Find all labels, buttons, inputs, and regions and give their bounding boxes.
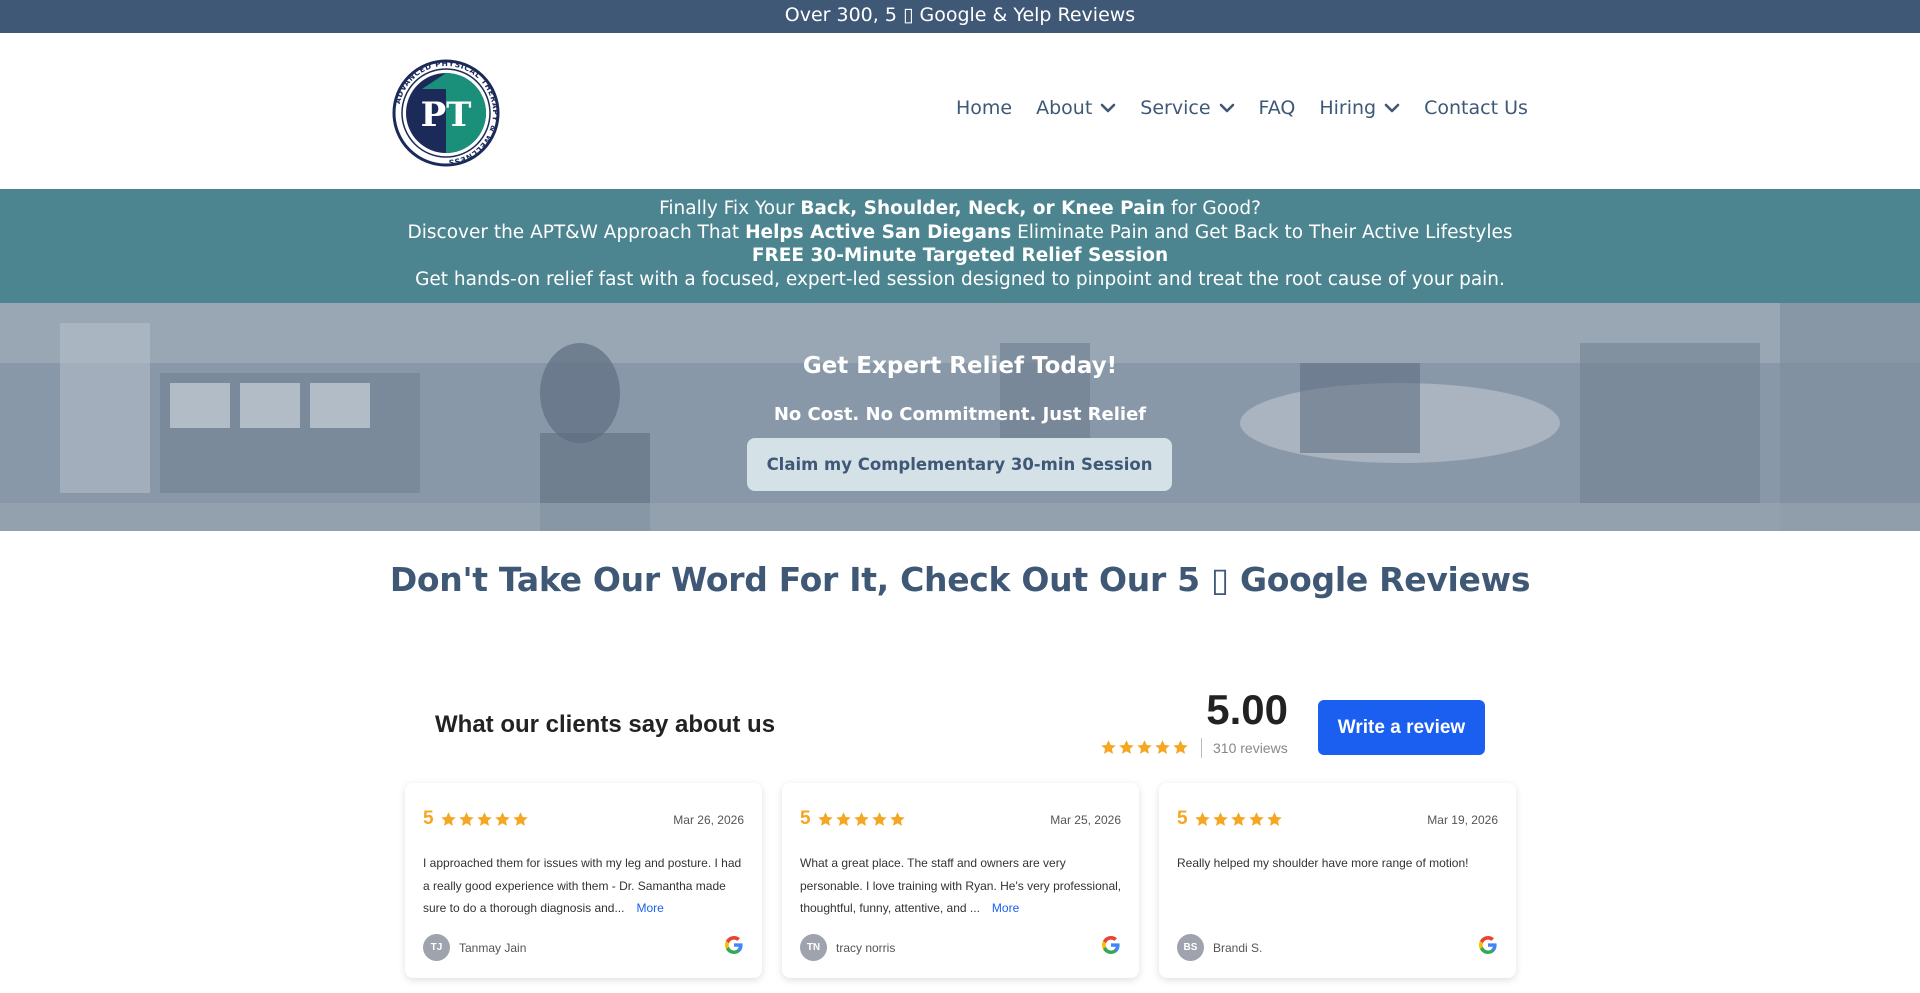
star-icon [477,812,492,826]
star-icon [872,812,887,826]
avatar: TJ [423,934,450,961]
logo-letters: PT [421,95,472,135]
star-icon [854,812,869,826]
star-icon [441,812,456,826]
average-rating: 5.00 [1206,686,1288,733]
google-icon[interactable] [1478,935,1498,955]
logo-emblem: ADVANCED PHYSICAL THERAPY & WELLNESS PT [392,59,500,167]
promo-line-1-bold: Back, Shoulder, Neck, or Knee Pain [800,198,1166,219]
chevron-down-icon [1219,103,1234,113]
nav-about-label: About [1036,97,1093,119]
carousel-edge-fade [386,783,405,993]
review-card: 5 Mar 25, 2026 What a great place. The s… [782,783,1139,978]
star-icon [1267,812,1282,826]
review-author: Brandi S. [1213,941,1263,955]
review-score: 5 [800,808,811,829]
review-stars [440,811,530,828]
nav-hiring-label: Hiring [1319,97,1377,119]
promo-line-4: Get hands-on relief fast with a focused,… [415,268,1505,290]
review-stars [1194,811,1284,828]
star-icon [1119,740,1134,754]
star-icon [890,812,905,826]
hero-subtitle: No Cost. No Commitment. Just Relief [773,404,1147,425]
nav-about[interactable]: About [1036,97,1116,119]
review-body: Really helped my shoulder have more rang… [1177,856,1469,870]
widget-title: What our clients say about us [435,711,776,738]
avatar: TN [800,934,827,961]
chevron-down-icon [1100,103,1116,113]
star-icon [1231,812,1246,826]
star-icon [459,812,474,826]
promo-line-2-post: Eliminate Pain and Get Back to Their Act… [1011,221,1513,243]
hero-title: Get Expert Relief Today! [802,353,1118,379]
review-body: I approached them for issues with my leg… [423,856,742,915]
promo-line-2: Discover the APT&W Approach That Helps A… [0,221,1920,245]
review-carousel: 5 Mar 26, 2026 I approached them for iss… [405,783,1516,993]
review-body: What a great place. The staff and owners… [800,856,1122,915]
review-date: Mar 25, 2026 [1050,813,1121,827]
review-more-link[interactable]: More [636,901,663,915]
nav-faq-label: FAQ [1258,97,1296,119]
nav-service[interactable]: Service [1140,97,1234,119]
star-icon [836,812,851,826]
review-stars [817,811,907,828]
promo-banner: Finally Fix Your Back, Shoulder, Neck, o… [0,189,1920,303]
review-card: 5 Mar 19, 2026 Really helped my shoulder… [1159,783,1516,978]
star-icon [818,812,833,826]
review-more-link[interactable]: More [992,901,1019,915]
star-icon [1155,740,1170,754]
review-text: I approached them for issues with my leg… [423,852,745,920]
promo-line-2-pre: Discover the APT&W Approach That [407,221,746,243]
review-score: 5 [1177,808,1188,829]
promo-line-1-post: for Good? [1165,198,1261,219]
promo-line-3: FREE 30-Minute Targeted Relief Session [0,244,1920,268]
promo-line-2-bold: Helps Active San Diegans [745,221,1012,243]
promo-line-1: Finally Fix Your Back, Shoulder, Neck, o… [0,197,1920,221]
announcement-bar: Over 300, 5 ▯ Google & Yelp Reviews [0,0,1920,33]
claim-session-button[interactable]: Claim my Complementary 30-min Session [747,438,1172,491]
nav-service-label: Service [1140,97,1211,119]
announcement-text: Over 300, 5 ▯ Google & Yelp Reviews [784,4,1136,26]
nav-home-label: Home [956,97,1013,119]
avatar: BS [1177,934,1204,961]
site-logo[interactable]: ADVANCED PHYSICAL THERAPY & WELLNESS PT [392,59,500,167]
review-author: tracy norris [836,941,896,955]
review-score: 5 [423,808,434,829]
chevron-down-icon [1384,103,1400,113]
review-author: Tanmay Jain [459,941,527,955]
write-review-button[interactable]: Write a review [1318,700,1485,755]
promo-offer: FREE 30-Minute Targeted Relief Session [751,245,1169,266]
nav-hiring[interactable]: Hiring [1319,97,1400,119]
site-header: ADVANCED PHYSICAL THERAPY & WELLNESS PT … [0,33,1920,189]
carousel-edge-fade [1515,783,1534,993]
review-card: 5 Mar 26, 2026 I approached them for iss… [405,783,762,978]
nav-home[interactable]: Home [956,97,1012,119]
review-date: Mar 26, 2026 [673,813,744,827]
star-icon [1195,812,1210,826]
review-text: Really helped my shoulder have more rang… [1177,852,1499,875]
star-icon [513,812,528,826]
review-date: Mar 19, 2026 [1427,813,1498,827]
google-icon[interactable] [724,935,744,955]
average-rating-stars [1100,739,1190,756]
hero-section: Get Expert Relief Today! No Cost. No Com… [0,303,1920,531]
star-icon [1249,812,1264,826]
google-icon[interactable] [1101,935,1121,955]
star-icon [1173,740,1188,754]
nav-faq[interactable]: FAQ [1259,97,1296,119]
star-icon [1101,740,1116,754]
review-count: 310 reviews [1213,740,1288,756]
main-nav: Home About Service FAQ Hiring Contact Us [956,97,1528,119]
review-text: What a great place. The staff and owners… [800,852,1122,920]
star-icon [495,812,510,826]
reviews-heading: Don't Take Our Word For It, Check Out Ou… [389,560,1531,599]
star-icon [1213,812,1228,826]
divider [1201,738,1202,758]
promo-line-1-pre: Finally Fix Your [659,198,801,219]
nav-contact-label: Contact Us [1424,97,1528,119]
star-icon [1137,740,1152,754]
nav-contact[interactable]: Contact Us [1424,97,1528,119]
